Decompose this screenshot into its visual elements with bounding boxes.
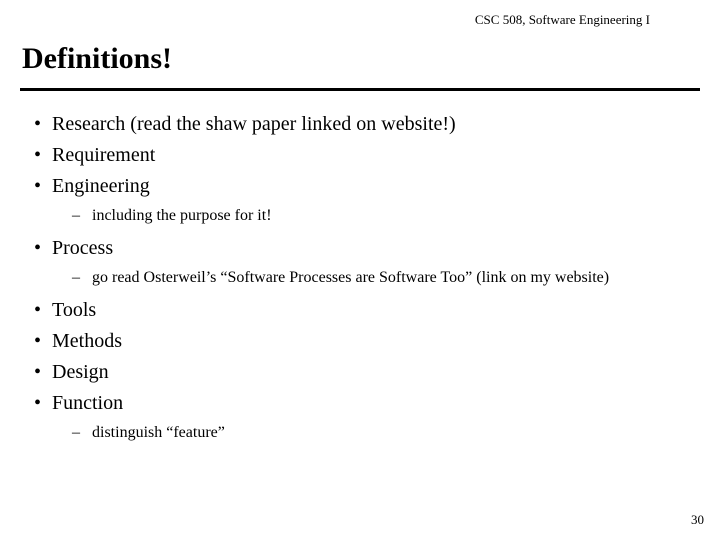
sub-bullet-list: distinguish “feature” — [52, 423, 700, 444]
bullet-text: Process — [52, 237, 113, 259]
sub-bullet-item: including the purpose for it! — [52, 206, 700, 227]
bullet-list: Research (read the shaw paper linked on … — [30, 111, 700, 443]
slide-content: Research (read the shaw paper linked on … — [20, 111, 700, 443]
bullet-item: Methods — [30, 328, 700, 355]
bullet-item: Tools — [30, 297, 700, 324]
title-divider — [20, 88, 700, 91]
bullet-item: Function distinguish “feature” — [30, 390, 700, 444]
sub-bullet-item: go read Osterweil’s “Software Processes … — [52, 268, 700, 289]
bullet-item: Design — [30, 359, 700, 386]
bullet-item: Requirement — [30, 142, 700, 169]
course-header: CSC 508, Software Engineering I — [20, 10, 700, 28]
bullet-item: Process go read Osterweil’s “Software Pr… — [30, 235, 700, 289]
page-number: 30 — [691, 512, 704, 528]
bullet-text: Function — [52, 392, 123, 414]
sub-bullet-item: distinguish “feature” — [52, 423, 700, 444]
bullet-text: Engineering — [52, 175, 150, 197]
sub-bullet-list: go read Osterweil’s “Software Processes … — [52, 268, 700, 289]
sub-bullet-list: including the purpose for it! — [52, 206, 700, 227]
bullet-item: Research (read the shaw paper linked on … — [30, 111, 700, 138]
slide-title: Definitions! — [20, 42, 700, 76]
bullet-item: Engineering including the purpose for it… — [30, 173, 700, 227]
